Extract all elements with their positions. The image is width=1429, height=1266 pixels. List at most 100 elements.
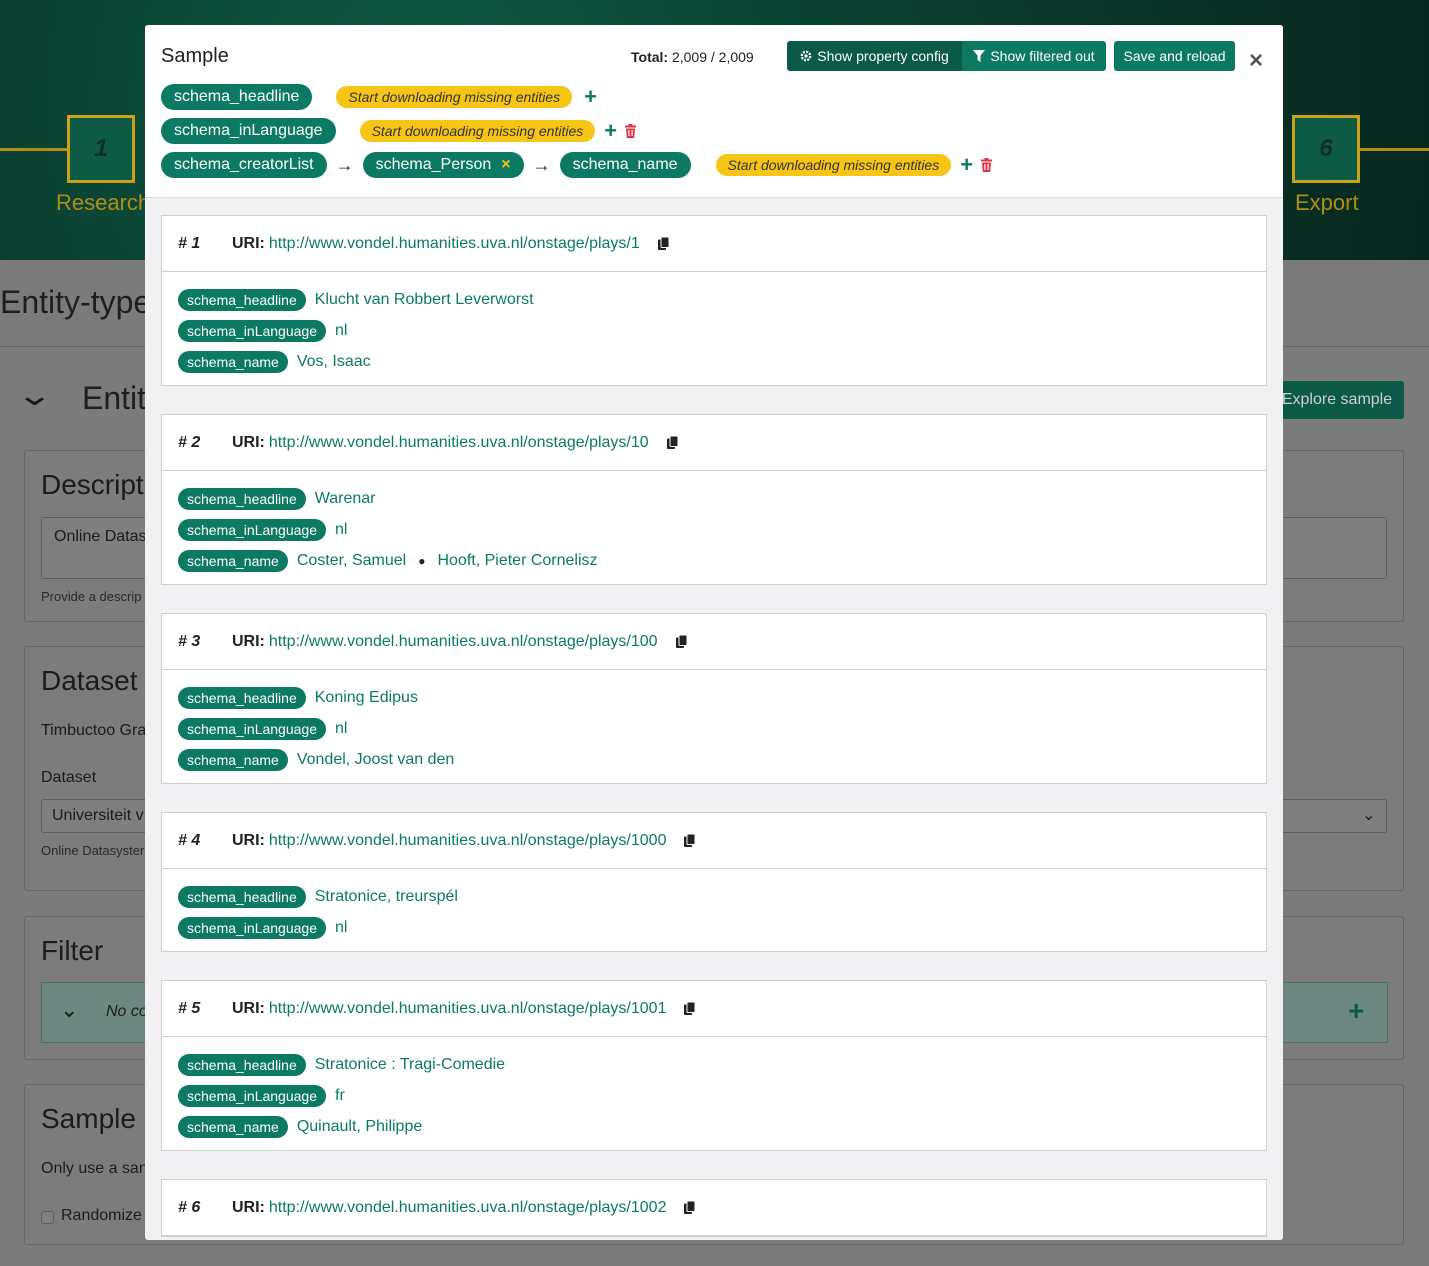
result-card-header: # 6 URI: http://www.vondel.humanities.uva.… [162,1180,1266,1236]
result-card: # 6 URI: http://www.vondel.humanities.uva.… [161,1179,1267,1237]
property-path-row: schema_creatorList → schema_Person × → sc… [161,152,993,178]
copy-icon[interactable] [666,436,678,449]
property-tag: schema_headline [178,1053,306,1076]
property-value[interactable]: Hooft, Pieter Cornelisz [437,552,597,570]
property-value[interactable]: Koning Edipus [315,689,418,707]
arrow-right-icon: → [335,154,354,175]
step-6-label: Export [1295,190,1359,215]
result-card-header: # 5 URI: http://www.vondel.humanities.uva.… [162,981,1266,1037]
property-value[interactable]: nl [335,720,347,738]
property-pill[interactable]: schema_creatorList [161,152,327,178]
property-value[interactable]: Vondel, Joost van den [297,751,454,769]
trash-icon[interactable] [981,158,993,172]
dataset-select-value: Universiteit v [52,807,144,824]
result-card-header: # 3 URI: http://www.vondel.humanities.uva.… [162,614,1266,670]
sample-text: Only use a san [41,1160,148,1177]
uri-label: URI: [232,632,265,650]
total-count: Total: 2,009 / 2,009 [631,49,754,65]
property-value[interactable]: Quinault, Philippe [297,1118,422,1136]
property-row: schema_headline Stratonice : Tragi-Comedi… [178,1049,1250,1080]
uri-link[interactable]: http://www.vondel.humanities.uva.nl/onst… [269,633,658,651]
uri-link[interactable]: http://www.vondel.humanities.uva.nl/onst… [269,434,649,452]
chevron-down-icon[interactable]: ⌄ [16,378,54,413]
uri-link[interactable]: http://www.vondel.humanities.uva.nl/onst… [269,235,640,253]
randomize-checkbox[interactable] [41,1211,54,1224]
result-card-body: schema_headline Stratonice, treurspél sche… [162,869,1266,951]
section-title: Entit [82,380,147,416]
description-title: Descript [41,469,144,500]
property-row: schema_name Coster, Samuel ● Hooft, Pieter … [178,545,1250,576]
property-value[interactable]: Stratonice : Tragi-Comedie [315,1056,505,1074]
value-separator: ● [418,553,426,568]
add-property-icon[interactable]: + [604,120,617,142]
show-property-config-button[interactable]: Show property config [787,41,962,71]
copy-icon[interactable] [684,1002,696,1015]
property-row: schema_inLanguage nl [178,315,1250,346]
property-row: schema_inLanguage fr [178,1080,1250,1111]
step-1[interactable]: 1 [67,115,135,183]
property-tag: schema_inLanguage [178,916,326,939]
property-value[interactable]: nl [335,521,347,539]
property-row: schema_name Vos, Isaac [178,346,1250,377]
result-card-header: # 1 URI: http://www.vondel.humanities.uva.… [162,216,1266,272]
property-tag: schema_name [178,350,288,373]
uri-label: URI: [232,999,265,1017]
property-value[interactable]: Vos, Isaac [297,353,371,371]
property-value[interactable]: Stratonice, treurspél [315,888,458,906]
property-value[interactable]: Coster, Samuel [297,552,406,570]
uri-link[interactable]: http://www.vondel.humanities.uva.nl/onst… [269,1000,667,1018]
step-1-label: Research [56,190,151,215]
sample-title: Sample [41,1103,136,1134]
property-row: schema_headline Stratonice, treurspél [178,881,1250,912]
property-value[interactable]: fr [335,1087,345,1105]
property-pill[interactable]: schema_headline [161,84,313,110]
copy-icon[interactable] [675,635,687,648]
total-value: 2,009 / 2,009 [671,49,754,65]
download-missing-entities-badge[interactable]: Start downloading missing entities [715,154,952,176]
property-pill[interactable]: schema_Person × [362,152,524,178]
uri-link[interactable]: http://www.vondel.humanities.uva.nl/onst… [269,832,667,850]
step-connector [0,148,68,151]
dataset-text: Timbuctoo Gra [41,722,147,739]
copy-icon[interactable] [684,834,696,847]
property-value[interactable]: nl [335,919,347,937]
trash-icon[interactable] [625,124,637,138]
download-missing-entities-badge[interactable]: Start downloading missing entities [359,120,596,142]
filter-placeholder: No co [106,1003,148,1020]
gear-icon [800,50,812,62]
chevron-down-icon[interactable]: ⌄ [60,997,78,1023]
arrow-right-icon: → [532,154,551,175]
property-value[interactable]: Klucht van Robbert Leverworst [315,291,534,309]
property-value[interactable]: nl [335,322,347,340]
property-pill[interactable]: schema_inLanguage [161,118,336,144]
description-value: Online Datas [54,528,147,545]
result-card-header: # 4 URI: http://www.vondel.humanities.uva.… [162,813,1266,869]
result-card-body: schema_headline Stratonice : Tragi-Comedi… [162,1037,1266,1150]
result-card: # 1 URI: http://www.vondel.humanities.uva.… [161,215,1267,386]
result-card: # 4 URI: http://www.vondel.humanities.uva.… [161,812,1267,952]
remove-x-icon[interactable]: × [501,156,510,174]
property-value[interactable]: Warenar [315,490,376,508]
property-path-row: schema_inLanguage Start downloading miss… [161,118,637,144]
result-number: # 2 [178,433,201,451]
property-pill[interactable]: schema_name [559,152,691,178]
result-card-body: schema_headline Koning Edipus schema_inLan… [162,670,1266,783]
result-number: # 1 [178,234,201,252]
property-path-row: schema_headline Start downloading missin… [161,84,597,110]
modal-header: Sample Total: 2,009 / 2,009 Show propert… [145,25,1283,198]
add-property-icon[interactable]: + [960,154,973,176]
copy-icon[interactable] [684,1201,696,1214]
copy-icon[interactable] [657,237,669,250]
randomize-label: Randomize [61,1207,142,1224]
sample-modal: Sample Total: 2,009 / 2,009 Show propert… [145,25,1283,1240]
uri-link[interactable]: http://www.vondel.humanities.uva.nl/onst… [269,1199,667,1217]
description-help: Provide a descrip [41,589,142,604]
add-property-icon[interactable]: + [584,86,597,108]
explore-sample-button[interactable]: Explore sample [1270,381,1404,419]
download-missing-entities-badge[interactable]: Start downloading missing entities [336,86,573,108]
step-6[interactable]: 6 [1292,115,1360,183]
close-icon[interactable]: × [1249,47,1263,75]
save-and-reload-button[interactable]: Save and reload [1114,41,1235,71]
show-filtered-out-button[interactable]: Show filtered out [962,41,1106,71]
plus-icon[interactable]: + [1348,995,1364,1027]
